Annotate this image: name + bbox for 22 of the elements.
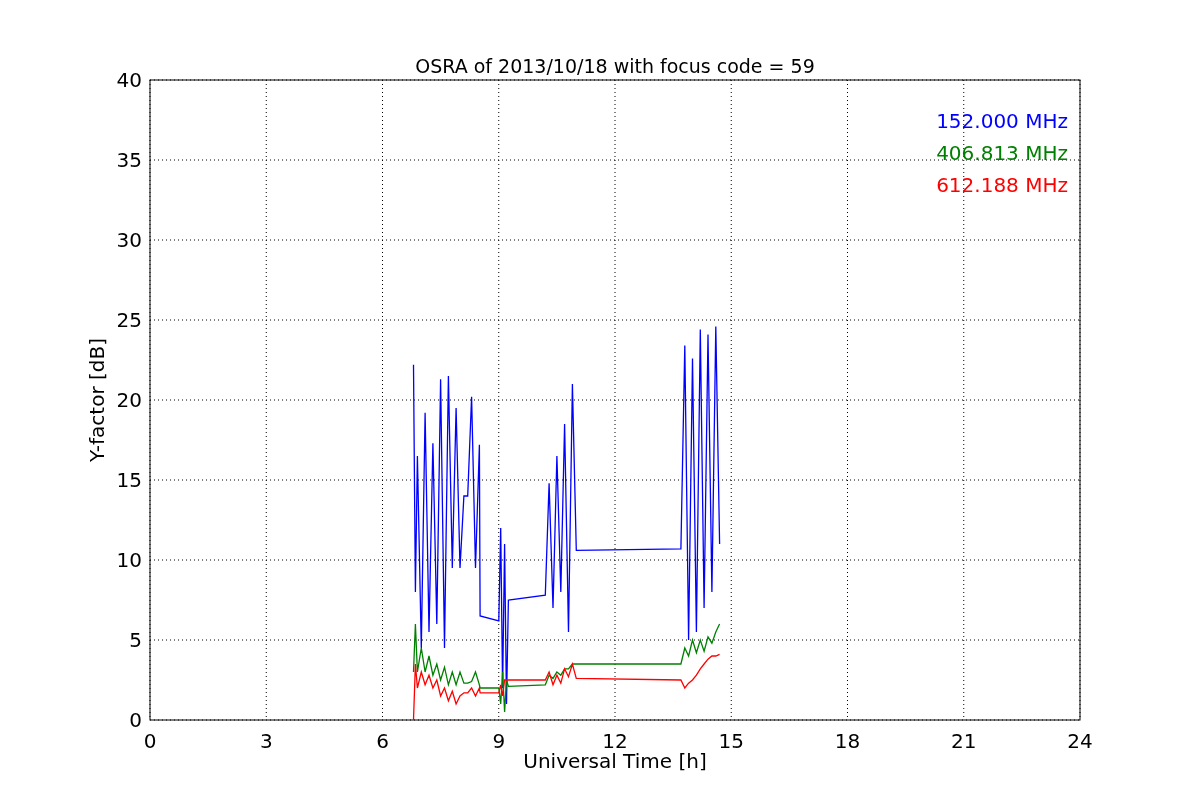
x-tick-label: 21: [951, 729, 977, 753]
y-tick-label: 20: [116, 388, 142, 412]
y-axis-label: Y-factor [dB]: [85, 338, 109, 462]
y-tick-label: 35: [116, 148, 142, 172]
x-tick-label: 3: [259, 729, 273, 753]
legend-label: 406.813 MHz: [936, 141, 1068, 165]
x-tick-label: 0: [143, 729, 157, 753]
legend-label: 612.188 MHz: [936, 173, 1068, 197]
x-tick-label: 9: [492, 729, 506, 753]
y-tick-label: 30: [116, 228, 142, 252]
y-tick-label: 0: [129, 708, 142, 732]
y-tick-label: 40: [116, 68, 142, 92]
y-tick-label: 5: [129, 628, 142, 652]
chart-title: OSRA of 2013/10/18 with focus code = 59: [415, 55, 815, 77]
x-tick-label: 6: [376, 729, 389, 753]
x-tick-label: 15: [718, 729, 744, 753]
y-tick-label: 15: [116, 468, 142, 492]
legend-label: 152.000 MHz: [936, 109, 1068, 133]
x-tick-label: 24: [1067, 729, 1093, 753]
x-tick-label: 18: [834, 729, 861, 753]
y-tick-label: 10: [116, 548, 142, 572]
y-tick-label: 25: [116, 308, 142, 332]
